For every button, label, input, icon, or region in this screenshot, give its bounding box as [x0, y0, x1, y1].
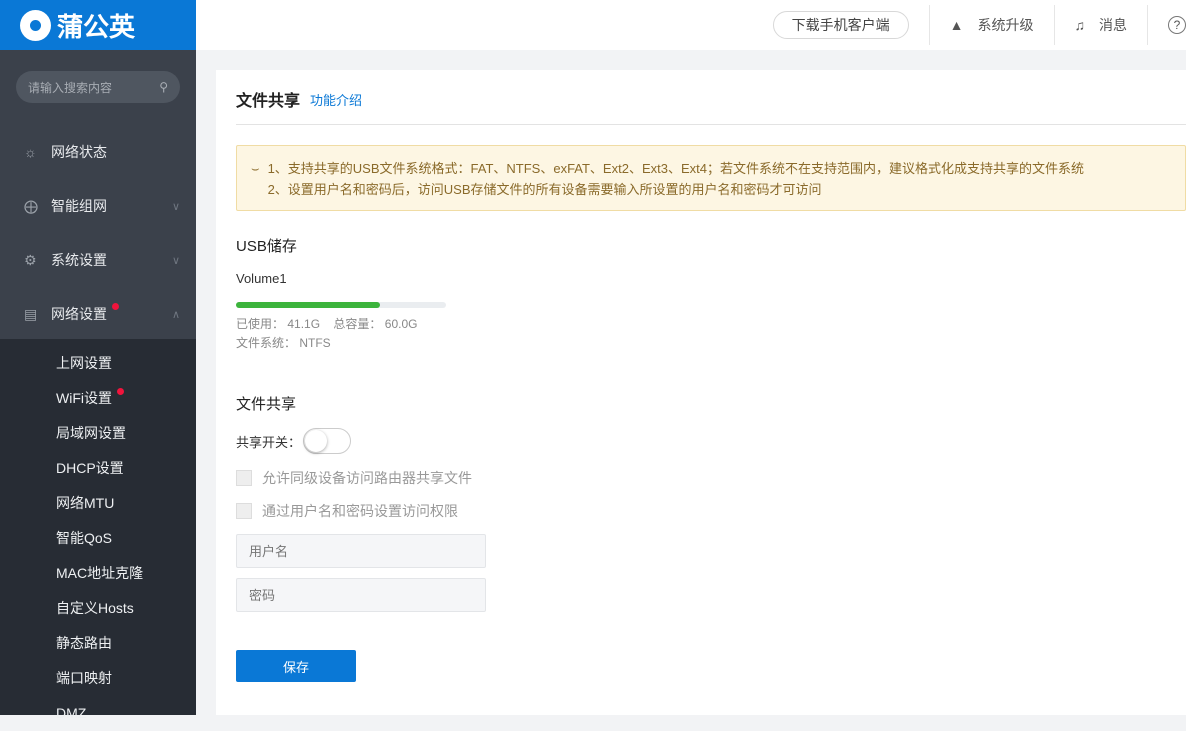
content-card: 文件共享 功能介绍 ⌣ 1、支持共享的USB文件系统格式：FAT、NTFS、exFA… [216, 70, 1186, 715]
gear-icon: ⚙ [24, 251, 37, 268]
nav-smart-network[interactable]: ⨁ 智能组网 ∨ [0, 179, 196, 233]
subnav-label: MAC地址克隆 [56, 565, 144, 581]
usb-storage-heading: USB储存 [236, 238, 297, 255]
checkbox-label: 允许同级设备访问路由器共享文件 [262, 469, 472, 486]
subnav-label: 端口映射 [56, 670, 112, 686]
chevron-down-icon: ∨ [171, 200, 180, 213]
logo-icon [20, 9, 51, 41]
tip-line: 1、支持共享的USB文件系统格式：FAT、NTFS、exFAT、Ext2、Ext… [267, 161, 1084, 176]
bell-icon: ♫ [1074, 17, 1086, 33]
chevron-down-icon: ∨ [171, 254, 180, 267]
usage-bar [236, 302, 446, 308]
upgrade-label: 系统升级 [977, 17, 1034, 33]
messages-label: 消息 [1099, 17, 1127, 33]
nav-label: 网络设置 [51, 306, 107, 322]
logo[interactable]: 蒲公英 [0, 0, 196, 50]
page-title: 文件共享 [236, 93, 301, 110]
nav-label: 系统设置 [51, 252, 107, 268]
fs-label: 文件系统： [236, 336, 297, 350]
subnav-item[interactable]: 局域网设置 [0, 416, 196, 451]
password-input[interactable] [236, 578, 486, 612]
file-share-heading: 文件共享 [236, 396, 297, 413]
subnav-label: DHCP设置 [56, 460, 124, 476]
share-toggle[interactable] [303, 428, 352, 454]
fs-value: NTFS [299, 336, 331, 350]
rocket-icon: ▲ [949, 17, 964, 33]
checkbox[interactable] [236, 469, 252, 486]
search-icon[interactable]: ⚲ [159, 80, 168, 94]
used-label: 已使用： [236, 317, 285, 331]
search-input[interactable]: 请输入搜索内容 ⚲ [16, 71, 180, 103]
auth-access-checkbox[interactable]: 通过用户名和密码设置访问权限 [236, 501, 1186, 520]
subnav-label: 自定义Hosts [56, 600, 134, 616]
volume-name: Volume1 [236, 271, 287, 286]
checkbox-label: 通过用户名和密码设置访问权限 [262, 502, 458, 519]
messages-button[interactable]: ♫ 消息 [1055, 15, 1148, 35]
subnav-label: 网络MTU [56, 495, 115, 511]
help-icon: ? [1168, 16, 1186, 34]
notification-dot [117, 388, 124, 395]
subnav-label: 局域网设置 [56, 425, 126, 441]
subnav-item[interactable]: DHCP设置 [0, 451, 196, 486]
usage-info: 已使用： 41.1G 总容量： 60.0G 文件系统： NTFS [236, 315, 1186, 353]
search-placeholder: 请输入搜索内容 [28, 80, 113, 95]
subnav-item[interactable]: WiFi设置 [0, 381, 196, 416]
smile-icon: ⌣ [251, 161, 260, 176]
subnav: 上网设置 WiFi设置 局域网设置 DHCP设置 网络MTU 智能QoS MAC… [0, 339, 196, 721]
subnav-item[interactable]: 静态路由 [0, 626, 196, 661]
subnav-item[interactable]: DMZ [0, 696, 196, 731]
subnav-label: 上网设置 [56, 355, 112, 371]
total-value: 60.0G [384, 317, 418, 331]
nav-network-status[interactable]: ☼ 网络状态 [0, 125, 196, 179]
chevron-up-icon: ∧ [171, 308, 180, 321]
save-button[interactable]: 保存 [236, 650, 356, 682]
sidebar: 蒲公英 请输入搜索内容 ⚲ ☼ 网络状态 ⨁ 智能组网 ∨ ⚙ 系统设置 ∨ ▤ 网络设置 ∧ … [0, 0, 196, 721]
notification-dot [112, 302, 119, 310]
subnav-item[interactable]: MAC地址克隆 [0, 556, 196, 591]
document-icon: ▤ [24, 305, 38, 322]
help-button[interactable]: ? [1148, 16, 1186, 34]
system-upgrade-button[interactable]: ▲ 系统升级 [930, 15, 1054, 35]
nav-network-settings[interactable]: ▤ 网络设置 ∧ [0, 287, 196, 341]
topbar: 下载手机客户端 ▲ 系统升级 ♫ 消息 ? [196, 0, 1186, 50]
subnav-label: 静态路由 [56, 635, 112, 651]
feature-intro-link[interactable]: 功能介绍 [310, 90, 362, 109]
subnav-label: DMZ [56, 705, 87, 721]
download-client-button[interactable]: 下载手机客户端 [772, 11, 909, 39]
network-icon: ⨁ [24, 197, 38, 214]
subnav-item[interactable]: 智能QoS [0, 521, 196, 556]
allow-peer-access-checkbox[interactable]: 允许同级设备访问路由器共享文件 [236, 468, 1186, 487]
subnav-item[interactable]: 网络MTU [0, 486, 196, 521]
planet-icon: ☼ [24, 144, 37, 160]
info-tip: ⌣ 1、支持共享的USB文件系统格式：FAT、NTFS、exFAT、Ext2、Ex… [236, 145, 1186, 211]
subnav-item[interactable]: 端口映射 [0, 661, 196, 696]
tip-line: 2、设置用户名和密码后，访问USB存储文件的所有设备需要输入所设置的用户名和密码… [267, 182, 822, 197]
subnav-label: 智能QoS [56, 530, 113, 546]
nav-system-settings[interactable]: ⚙ 系统设置 ∨ [0, 233, 196, 287]
brand-name: 蒲公英 [57, 11, 136, 42]
usage-bar-fill [236, 302, 380, 308]
subnav-label: WiFi设置 [56, 390, 112, 406]
username-input[interactable] [236, 534, 486, 568]
checkbox[interactable] [236, 502, 252, 519]
used-value: 41.1G [287, 317, 321, 331]
share-switch-label: 共享开关： [236, 434, 302, 450]
nav-label: 网络状态 [51, 144, 107, 160]
nav-label: 智能组网 [51, 198, 107, 214]
subnav-item[interactable]: 自定义Hosts [0, 591, 196, 626]
total-label: 总容量： [333, 317, 382, 331]
subnav-item[interactable]: 上网设置 [0, 346, 196, 381]
